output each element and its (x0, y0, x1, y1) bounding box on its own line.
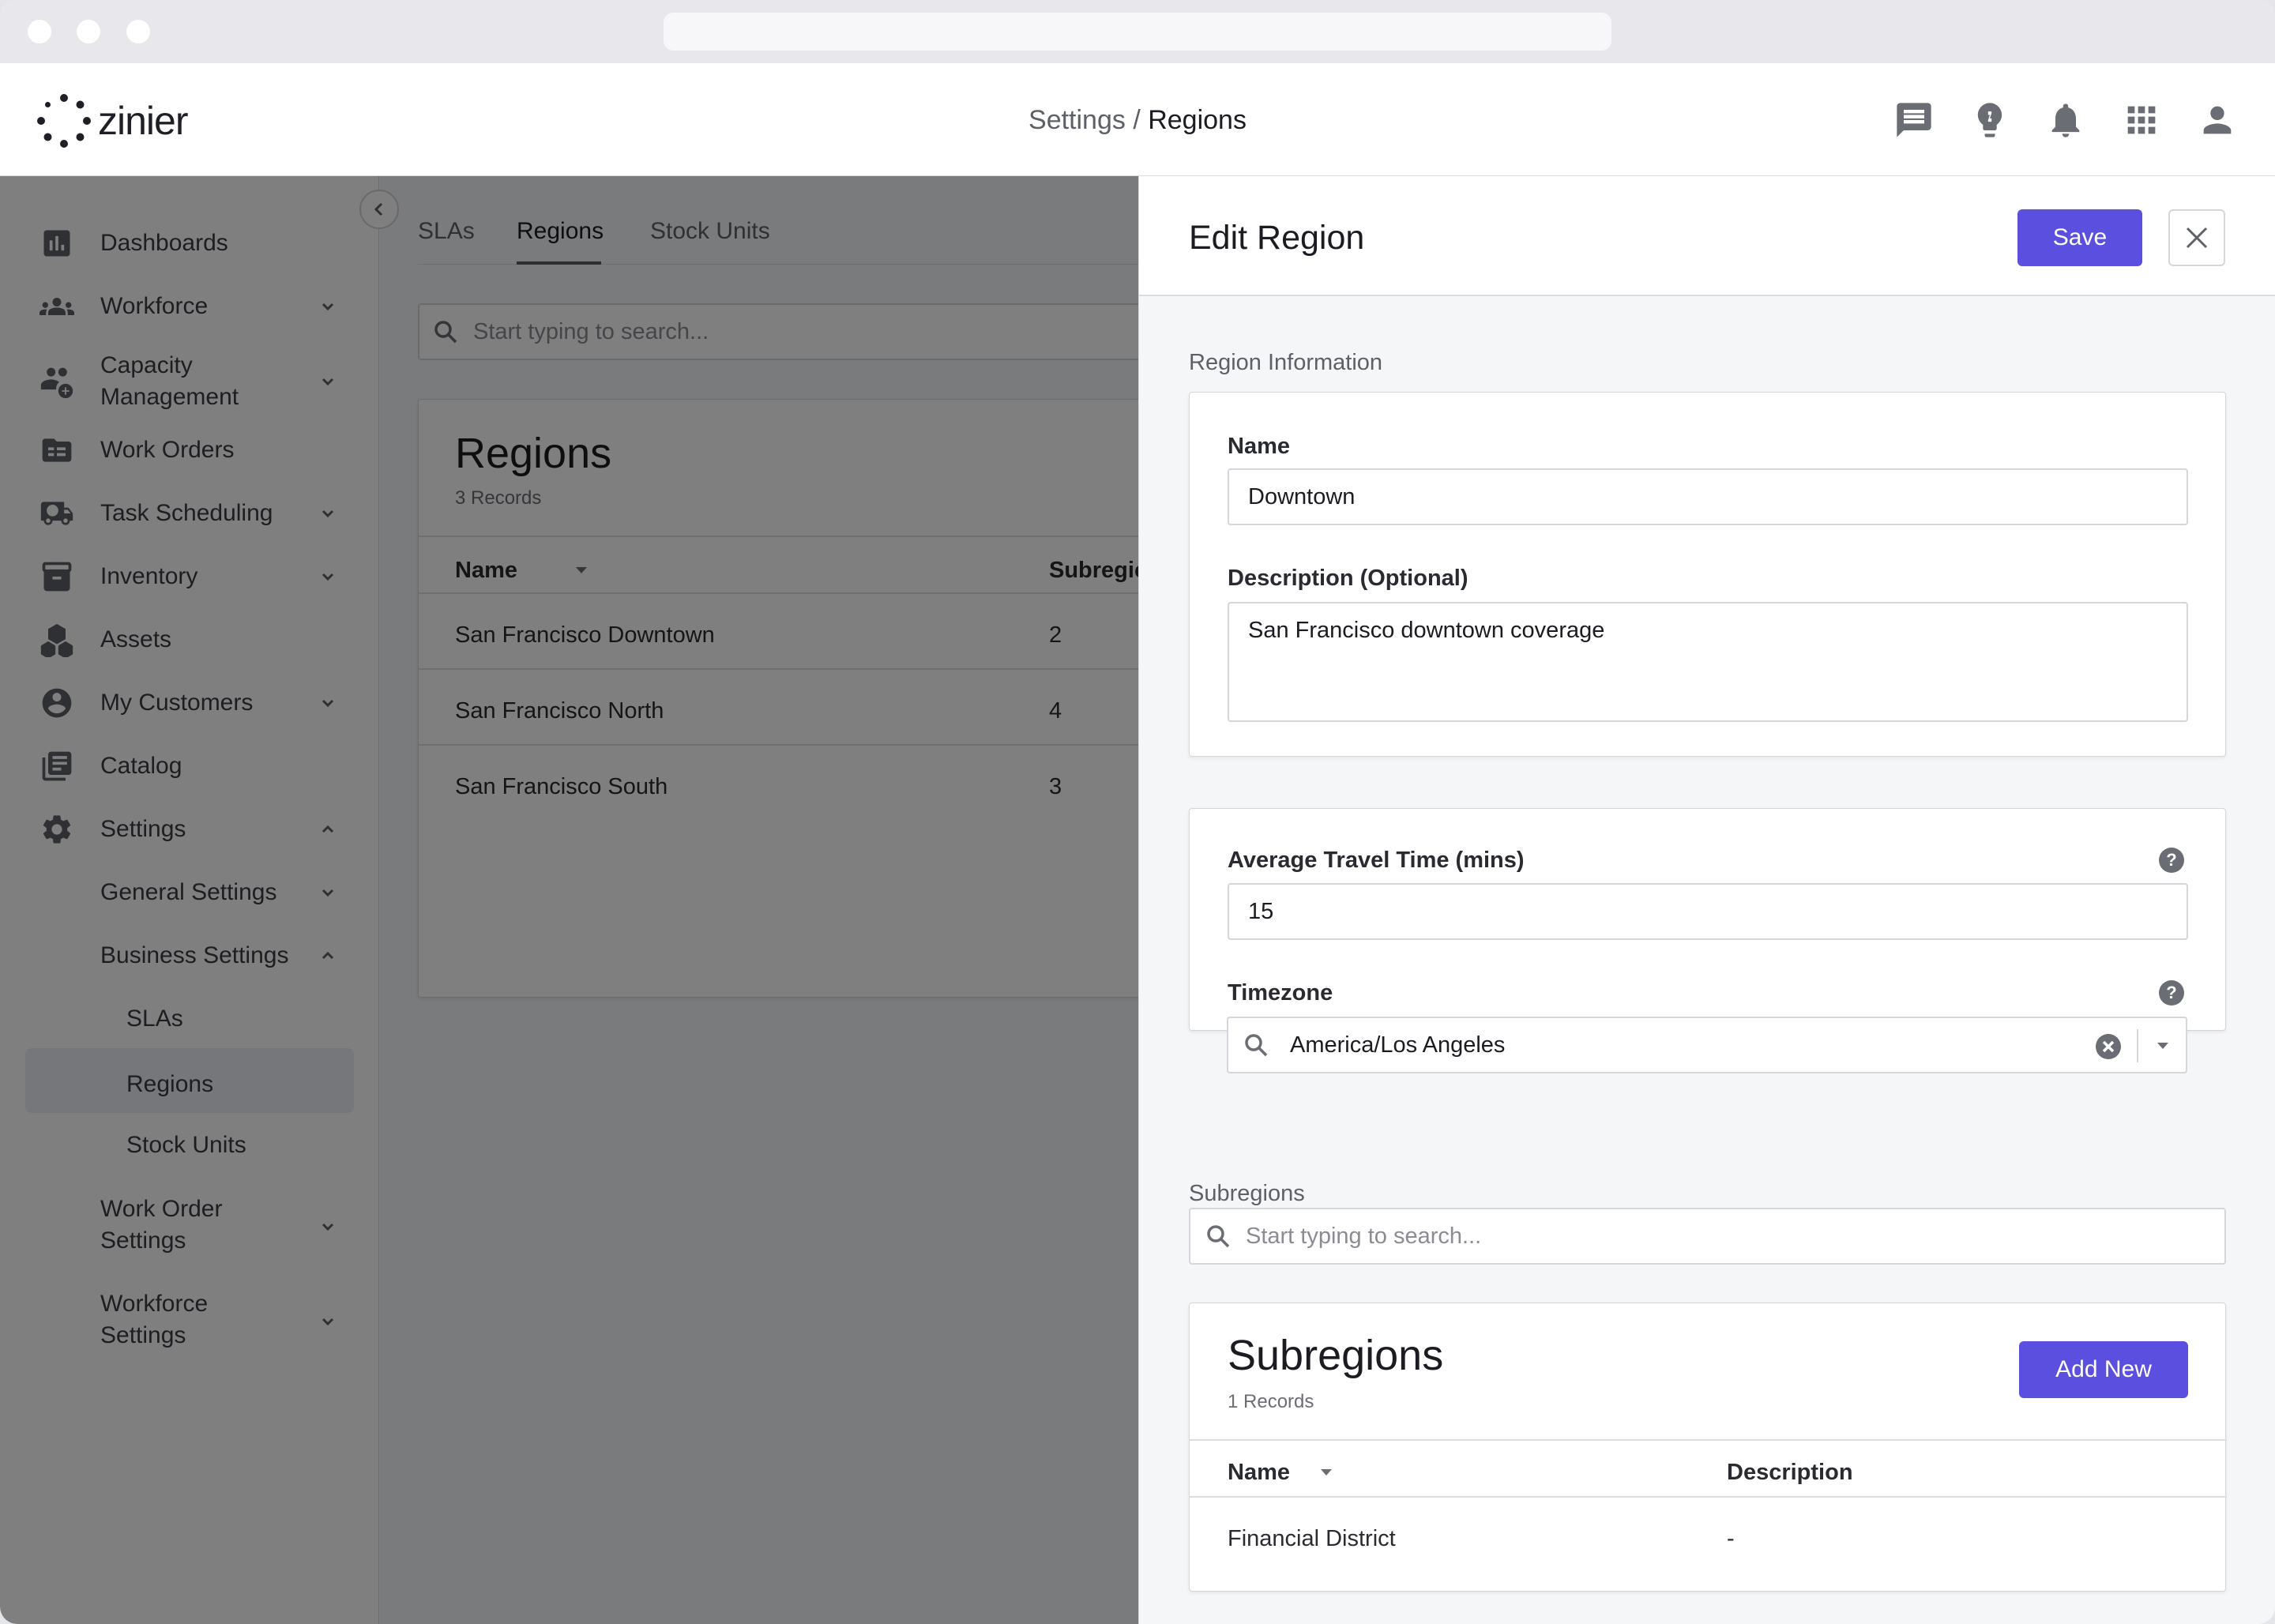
timezone-label: Timezone (1228, 980, 1333, 1006)
region-information-label: Region Information (1189, 350, 1383, 375)
subregions-table-card: Subregions 1 Records Add New Name Descri… (1189, 1303, 2227, 1592)
name-input[interactable]: Downtown (1228, 468, 2188, 525)
column-header-name[interactable]: Name (1228, 1457, 1290, 1488)
subregions-section-label: Subregions (1189, 1181, 1305, 1206)
subregions-table-title: Subregions (1228, 1332, 1444, 1379)
table-header-border (1190, 1439, 2227, 1441)
cell-name: Financial District (1228, 1526, 1396, 1551)
window-minimize-dot[interactable] (77, 20, 100, 43)
caret-down-icon[interactable] (2154, 1037, 2172, 1054)
app-window: zinier Settings / Regions Dashboards (0, 0, 2275, 1624)
app-header: zinier Settings / Regions (0, 63, 2275, 176)
breadcrumb-current: Regions (1148, 105, 1247, 135)
svg-text:?: ? (2166, 983, 2176, 1002)
table-header-border (1190, 1496, 2227, 1498)
description-value: San Francisco downtown coverage (1248, 618, 1605, 643)
apps-grid-icon[interactable] (2121, 100, 2162, 141)
description-textarea[interactable]: San Francisco downtown coverage (1228, 602, 2188, 722)
name-value: Downtown (1248, 484, 1356, 509)
panel-title: Edit Region (1189, 219, 1365, 257)
search-placeholder: Start typing to search... (1246, 1224, 1482, 1249)
help-icon[interactable]: ? (2157, 846, 2186, 874)
search-icon (1243, 1032, 1269, 1058)
lightbulb-icon[interactable] (1969, 100, 2010, 141)
user-avatar-icon[interactable] (2197, 100, 2238, 141)
timezone-select[interactable]: America/Los Angeles (1227, 1017, 2187, 1073)
add-new-button[interactable]: Add New (2019, 1341, 2188, 1398)
records-count: 1 Records (1228, 1391, 1314, 1412)
select-divider (2137, 1029, 2138, 1062)
close-icon (2186, 227, 2208, 249)
chat-icon[interactable] (1893, 100, 1935, 141)
travel-time-value: 15 (1248, 899, 1274, 924)
search-icon (1205, 1223, 1232, 1250)
cell-description: - (1727, 1526, 1735, 1551)
address-bar[interactable] (664, 13, 1611, 51)
breadcrumb-parent[interactable]: Settings (1028, 105, 1126, 135)
window-maximize-dot[interactable] (126, 20, 150, 43)
sort-down-icon[interactable] (1318, 1464, 1335, 1481)
window-close-dot[interactable] (28, 20, 51, 43)
description-label: Description (Optional) (1228, 566, 1468, 591)
travel-timezone-card: Average Travel Time (mins) ? 15 Timezone… (1189, 808, 2226, 1031)
modal-overlay[interactable] (0, 176, 1138, 1624)
panel-header: Edit Region Save (1139, 176, 2275, 296)
edit-region-panel: Edit Region Save Region Information Name… (1138, 176, 2275, 1624)
clear-icon[interactable] (2094, 1032, 2123, 1061)
name-label: Name (1228, 434, 1290, 459)
close-button[interactable] (2168, 209, 2225, 266)
browser-chrome (0, 0, 2275, 63)
breadcrumb-separator: / (1125, 105, 1149, 135)
save-button[interactable]: Save (2017, 209, 2142, 266)
region-info-card: Name Downtown Description (Optional) San… (1189, 392, 2226, 757)
subregions-search-input[interactable]: Start typing to search... (1189, 1208, 2226, 1265)
bell-icon[interactable] (2045, 100, 2086, 141)
column-header-description[interactable]: Description (1727, 1457, 1853, 1488)
travel-time-label: Average Travel Time (mins) (1228, 848, 1525, 873)
svg-text:?: ? (2166, 850, 2176, 870)
timezone-value: America/Los Angeles (1290, 1032, 1506, 1058)
help-icon[interactable]: ? (2157, 979, 2186, 1007)
travel-time-input[interactable]: 15 (1228, 883, 2188, 940)
